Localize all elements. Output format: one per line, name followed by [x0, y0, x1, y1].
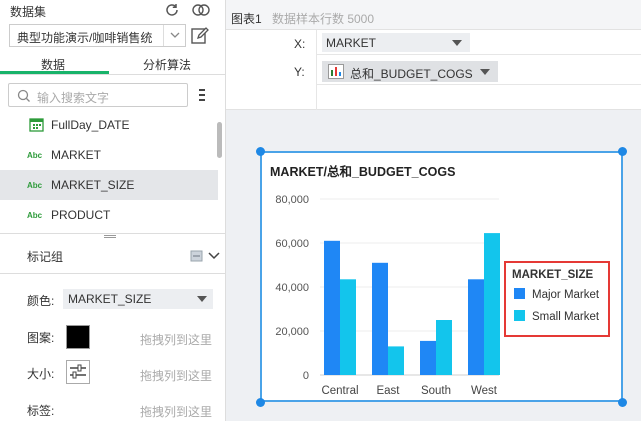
search-input[interactable]: 输入搜索文字 [8, 83, 188, 107]
divider [0, 273, 226, 274]
bar-central-small[interactable] [340, 279, 356, 375]
chart-title: MARKET/总和_BUDGET_COGS [270, 164, 455, 179]
bar-east-small[interactable] [388, 346, 404, 375]
refresh-icon[interactable] [163, 2, 181, 20]
caret-down-icon [480, 69, 490, 75]
tab-active-indicator [0, 71, 109, 74]
x-tick-label: Central [321, 385, 358, 397]
caret-down-icon [452, 40, 462, 46]
field-name: MARKET [51, 148, 102, 162]
color-select[interactable]: MARKET_SIZE [63, 289, 213, 309]
resize-handle[interactable] [255, 146, 265, 156]
panel-splitter[interactable] [0, 233, 226, 239]
chevron-down-icon[interactable] [163, 25, 185, 46]
size-drop-hint[interactable]: 拖拽列到这里 [140, 367, 212, 384]
caret-down-icon [197, 296, 207, 302]
y-axis-select[interactable]: 总和_BUDGET_COGS [322, 61, 498, 82]
tab-analysis[interactable]: 分析算法 [143, 56, 191, 73]
x-axis-value: MARKET [326, 36, 377, 50]
tag-icon[interactable] [190, 250, 203, 265]
bar-south-major[interactable] [420, 340, 436, 375]
chevron-down-icon[interactable] [207, 250, 221, 265]
marks-title: 标记组 [27, 250, 64, 264]
x-tick-label: South [421, 385, 451, 397]
y-tick-label: 60,000 [275, 238, 309, 250]
bar-chart-icon [328, 64, 344, 79]
bar-central-major[interactable] [324, 240, 340, 375]
tag-label: 标签: [27, 404, 55, 418]
list-item[interactable]: FullDay_DATE [0, 110, 218, 140]
pattern-swatch[interactable] [66, 325, 90, 349]
chart-area: 图表1 数据样本行数 5000 X: MARKET Y: 总和_BUDGET_C… [226, 0, 641, 421]
pattern-drop-hint[interactable]: 拖拽列到这里 [140, 331, 212, 348]
resize-handle[interactable] [255, 397, 265, 407]
link-icon[interactable] [192, 2, 210, 20]
axis-panel: X: MARKET Y: 总和_BUDGET_COGS [226, 30, 641, 110]
field-list-scrollbar[interactable] [217, 122, 222, 158]
string-type-icon: Abc [27, 181, 43, 190]
chart-name[interactable]: 图表1 [231, 10, 262, 27]
edit-icon[interactable] [190, 26, 210, 46]
dataset-title: 数据集 [10, 5, 47, 19]
x-tick-label: East [376, 385, 400, 397]
field-list: FullDay_DATE Abc MARKET Abc MARKET_SIZE … [0, 110, 218, 230]
dataset-header: 数据集 [0, 0, 226, 22]
bar-chart: MARKET/总和_BUDGET_COGS 0 20,000 40,000 60,00… [270, 164, 610, 397]
legend-title: MARKET_SIZE [512, 269, 593, 281]
legend-label-small: Small Market [532, 311, 600, 323]
y-tick-label: 40,000 [275, 282, 309, 294]
chart-card[interactable]: MARKET/总和_BUDGET_COGS 0 20,000 40,000 60,00… [260, 151, 623, 402]
legend[interactable]: MARKET_SIZE Major Market Small Market [504, 261, 610, 337]
more-vertical-icon[interactable] [195, 86, 209, 104]
y-axis-value: 总和_BUDGET_COGS [350, 67, 473, 81]
color-select-value: MARKET_SIZE [68, 292, 152, 306]
string-type-icon: Abc [27, 151, 43, 160]
calendar-icon [29, 118, 44, 132]
sample-count: 数据样本行数 5000 [272, 12, 375, 26]
size-label: 大小: [27, 367, 55, 381]
string-type-icon: Abc [27, 211, 43, 220]
resize-handle[interactable] [617, 397, 627, 407]
tag-drop-hint[interactable]: 拖拽列到这里 [140, 403, 212, 420]
field-name: FullDay_DATE [51, 118, 130, 132]
y-tick-label: 20,000 [275, 326, 309, 338]
legend-swatch-small [514, 310, 525, 321]
bar-east-major[interactable] [372, 262, 388, 375]
y-axis-label: Y: [294, 65, 305, 79]
left-panel: 数据集 典型功能演示/咖啡销售统 数据 分析算法 输入搜索文字 FullDay_… [0, 0, 226, 421]
bar-west-small[interactable] [484, 233, 500, 375]
y-tick-label: 0 [303, 370, 309, 382]
divider [316, 84, 641, 85]
legend-swatch-major [514, 288, 525, 299]
resize-handle[interactable] [617, 146, 627, 156]
search-placeholder: 输入搜索文字 [37, 91, 110, 105]
list-item[interactable]: Abc MARKET [0, 140, 218, 170]
field-name: MARKET_SIZE [51, 178, 135, 192]
color-label: 颜色: [27, 294, 55, 308]
field-name: PRODUCT [51, 208, 111, 222]
divider [316, 54, 641, 55]
list-item[interactable]: Abc PRODUCT [0, 200, 218, 230]
dataset-select[interactable]: 典型功能演示/咖啡销售统 [9, 24, 186, 47]
chart-header: 图表1 数据样本行数 5000 [226, 0, 641, 30]
y-tick-label: 80,000 [275, 194, 309, 206]
search-icon [17, 89, 30, 102]
legend-label-major: Major Market [532, 289, 600, 301]
divider [316, 30, 317, 110]
list-item[interactable]: Abc MARKET_SIZE [0, 170, 218, 200]
bar-west-major[interactable] [468, 279, 484, 375]
pattern-label: 图案: [27, 331, 55, 345]
bar-south-small[interactable] [436, 320, 452, 375]
size-slider-icon[interactable] [66, 360, 90, 384]
dataset-select-value: 典型功能演示/咖啡销售统 [17, 31, 153, 45]
left-tabs: 数据 分析算法 [0, 53, 226, 75]
x-tick-label: West [471, 385, 498, 397]
x-axis-label: X: [294, 37, 306, 51]
x-axis-select[interactable]: MARKET [322, 33, 470, 52]
splitter-grip-icon [104, 235, 116, 238]
